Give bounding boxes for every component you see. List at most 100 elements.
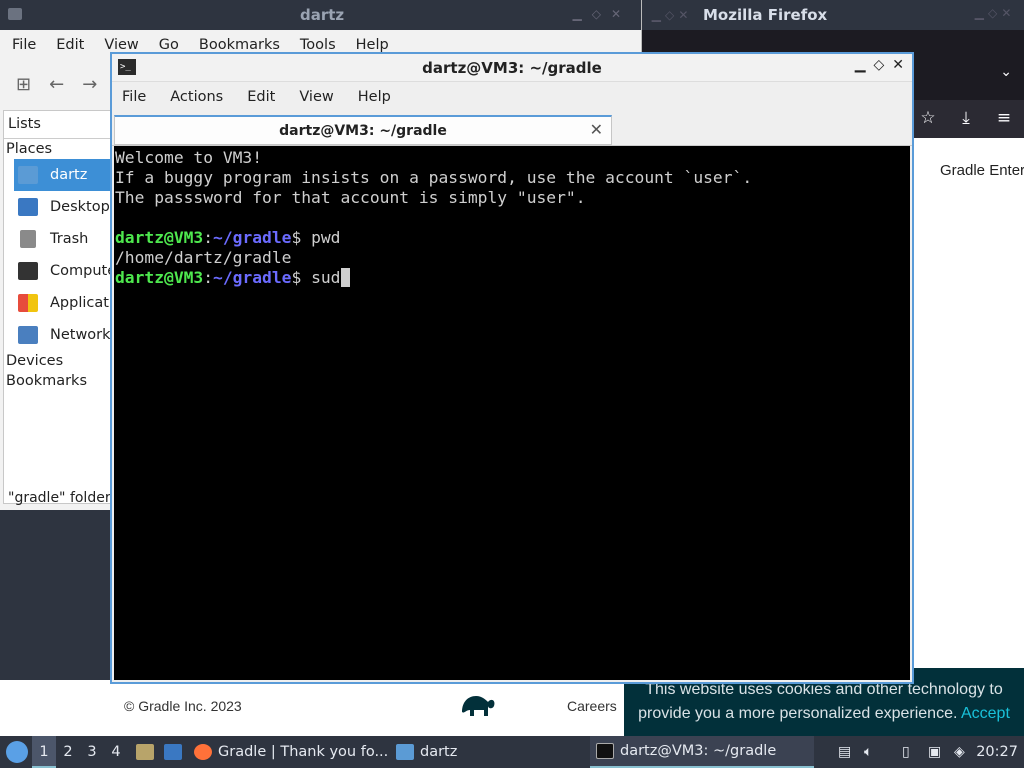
task-label: Gradle | Thank you fo... [218,744,389,760]
status-bar: "gradle" folder [8,490,111,506]
terminal-line: The passsword for that account is simply… [115,188,586,207]
task-label: dartz [420,744,458,760]
menu-actions[interactable]: Actions [170,89,223,105]
prompt-user: dartz@VM3 [115,228,204,247]
sidebar-item-applications[interactable]: Applications [4,287,110,319]
task-firefox[interactable]: Gradle | Thank you fo... [194,736,388,768]
firefox-titlebar: ▁ ◇ ✕ Mozilla Firefox ▁ ◇ ✕ [642,0,1024,30]
text-cursor [340,268,350,287]
terminal-input[interactable]: sud [311,268,340,287]
volume-icon[interactable]: 🔈︎ [864,744,872,760]
applications-icon [18,294,38,312]
sidebar-item-label: Network [50,327,110,343]
task-terminal[interactable]: dartz@VM3: ~/gradle [590,736,814,768]
start-menu-icon[interactable] [6,741,28,763]
file-manager-window-controls[interactable]: ▁◇✕ [572,7,631,21]
prompt-path: ~/gradle [213,228,292,247]
terminal-titlebar: >_ dartz@VM3: ~/gradle ▁ ◇ ✕ [112,54,912,82]
workspace-1[interactable]: 1 [32,736,56,768]
terminal-window: >_ dartz@VM3: ~/gradle ▁ ◇ ✕ File Action… [110,52,914,684]
tab-list-chevron-icon[interactable]: ⌄ [1000,64,1012,80]
workspace-4[interactable]: 4 [104,736,128,768]
bookmarks-header[interactable]: Bookmarks [4,371,110,391]
terminal-line: Welcome to VM3! [115,148,263,167]
sidebar-item-desktop[interactable]: Desktop [4,191,110,223]
sidebar-item-network[interactable]: Network [4,319,110,351]
taskbar: 1 2 3 4 Gradle | Thank you fo... dartz d… [0,736,1024,768]
file-manager-title: dartz [300,6,345,24]
sidebar-item-label: Computer [50,263,110,279]
workspace-3[interactable]: 3 [80,736,104,768]
menu-tools[interactable]: Tools [300,37,336,53]
terminal-line: If a buggy program insists on a password… [115,168,753,187]
firefox-title-controls-left[interactable]: ▁ ◇ ✕ [642,8,698,22]
network-tray-icon[interactable]: ▣ [928,744,941,760]
sidebar-item-label: Applications [50,295,110,311]
places-header[interactable]: Places [4,139,110,159]
sidebar-item-dartz[interactable]: dartz [14,159,110,191]
menu-help[interactable]: Help [358,89,391,105]
terminal-screen[interactable]: Welcome to VM3! If a buggy program insis… [114,146,910,680]
footer-careers-link[interactable]: Careers [567,698,617,714]
terminal-output: /home/dartz/gradle [115,248,292,267]
firefox-window-controls[interactable]: ▁ ◇ ✕ [962,6,1024,20]
page-heading[interactable]: Gradle Enterprise [940,162,1024,179]
terminal-icon [596,743,614,759]
file-manager-titlebar: dartz ▁◇✕ [0,0,641,30]
task-file-manager[interactable]: dartz [396,736,457,768]
tab-close-icon[interactable]: ✕ [590,120,603,139]
desktop-icon [18,198,38,216]
gradle-logo-icon[interactable] [458,688,498,718]
workspace-2[interactable]: 2 [56,736,80,768]
download-icon[interactable]: ⤓ [954,108,978,128]
folder-icon [396,744,414,760]
devices-header[interactable]: Devices [4,351,110,371]
firefox-title: Mozilla Firefox [703,6,828,24]
clipboard-icon[interactable]: ▤ [838,744,851,760]
cookie-text: This website uses cookies and other tech… [638,681,1003,722]
folder-icon [8,8,22,20]
minimize-icon[interactable]: ▁ [855,57,866,73]
hamburger-menu-icon[interactable]: ≡ [992,108,1016,128]
menu-edit[interactable]: Edit [56,37,84,53]
sidebar-item-label: dartz [50,167,88,183]
desktop-launcher-icon[interactable] [164,744,182,760]
prompt-path: ~/gradle [213,268,292,287]
trash-icon [20,230,36,248]
menu-view[interactable]: View [104,37,138,53]
maximize-icon[interactable]: ◇ [873,57,884,73]
sidebar-item-computer[interactable]: Computer [4,255,110,287]
updates-icon[interactable]: ◈ [954,744,965,760]
terminal-title: dartz@VM3: ~/gradle [422,59,602,77]
notes-icon[interactable]: ▯ [902,744,910,760]
terminal-menubar: File Actions Edit View Help [112,82,912,112]
star-icon[interactable]: ☆ [916,108,940,128]
home-folder-icon [18,166,38,184]
forward-arrow-icon[interactable]: → [82,74,97,95]
menu-edit[interactable]: Edit [247,89,275,105]
prompt-user: dartz@VM3 [115,268,204,287]
footer-copyright: © Gradle Inc. 2023 [124,698,242,714]
menu-go[interactable]: Go [159,37,179,53]
firefox-icon [194,744,212,760]
sidebar-item-label: Trash [50,231,89,247]
menu-file[interactable]: File [12,37,36,53]
new-tab-icon[interactable]: ⊞ [16,74,31,95]
close-icon[interactable]: ✕ [892,57,904,73]
terminal-tab[interactable]: dartz@VM3: ~/gradle ✕ [114,115,612,145]
sidebar-mode-select[interactable]: Lists [4,111,110,139]
file-manager-sidebar: Lists Places dartz Desktop Trash Compute… [3,110,111,504]
menu-view[interactable]: View [299,89,333,105]
menu-file[interactable]: File [122,89,146,105]
sidebar-item-trash[interactable]: Trash [4,223,110,255]
back-arrow-icon[interactable]: ← [49,74,64,95]
terminal-command: pwd [311,228,341,247]
network-icon [18,326,38,344]
file-manager-launcher-icon[interactable] [136,744,154,760]
terminal-tabbar: dartz@VM3: ~/gradle ✕ [112,112,912,146]
cookie-accept-button[interactable]: Accept [961,705,1010,722]
menu-help[interactable]: Help [356,37,389,53]
menu-bookmarks[interactable]: Bookmarks [199,37,280,53]
sidebar-item-label: Desktop [50,199,110,215]
clock[interactable]: 20:27 [976,736,1018,768]
